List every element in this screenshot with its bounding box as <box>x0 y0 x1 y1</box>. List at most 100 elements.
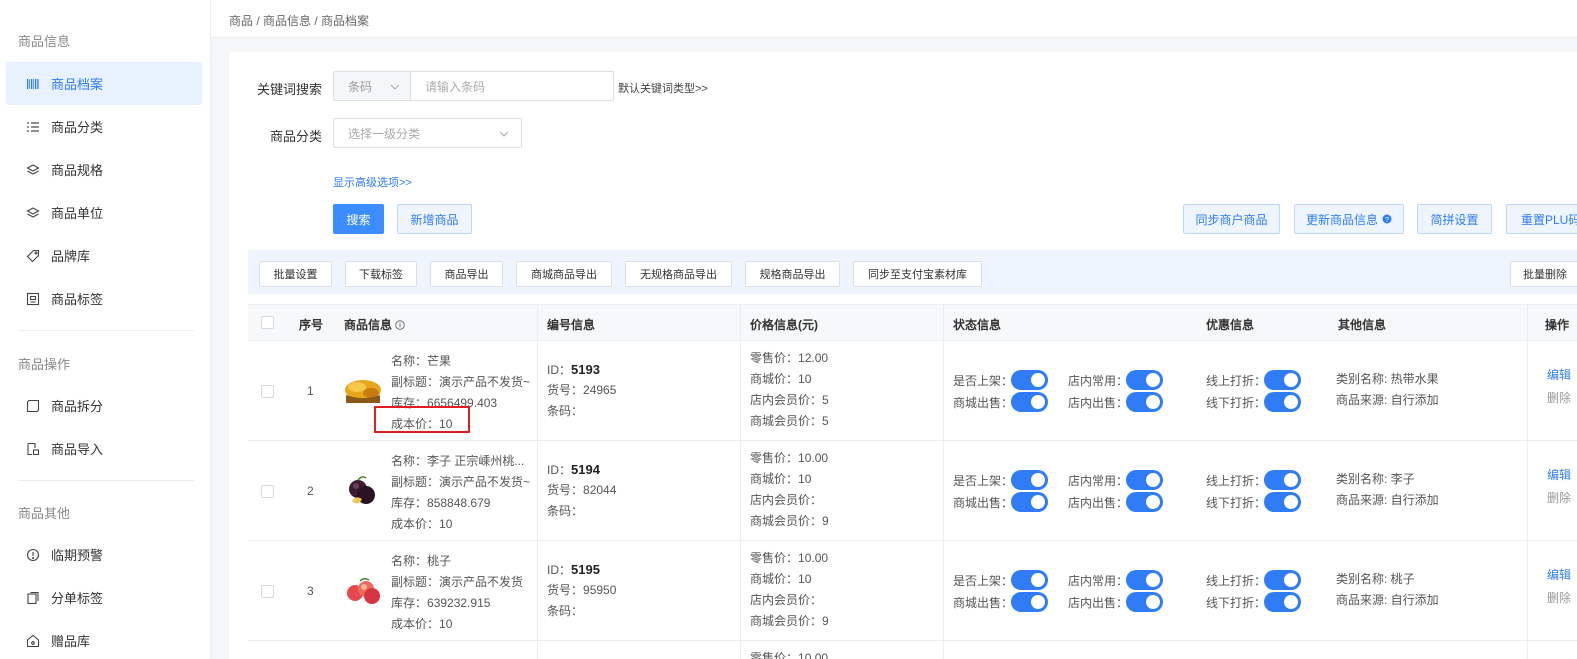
on-shelf-toggle[interactable] <box>1011 570 1048 590</box>
batch-delete-button[interactable]: 批量删除 <box>1510 261 1577 287</box>
sidebar-item-product-import[interactable]: 商品导入 <box>6 427 202 470</box>
sidebar-item-split-label[interactable]: 分单标签 <box>6 576 202 619</box>
mall-sale-label: 商城出售： <box>953 395 1014 410</box>
col-code: 编号信息 <box>547 318 596 332</box>
offline-discount-toggle[interactable] <box>1264 392 1301 412</box>
store-common-toggle[interactable] <box>1126 370 1163 390</box>
product-id: 5195 <box>571 562 600 577</box>
column-divider <box>740 304 741 659</box>
layers-icon <box>24 204 42 222</box>
online-discount-toggle[interactable] <box>1264 370 1301 390</box>
col-discount: 优惠信息 <box>1206 318 1255 332</box>
mall-member-label: 商城会员价： <box>750 414 823 428</box>
store-sale-label: 店内出售： <box>1068 495 1129 510</box>
online-discount-toggle[interactable] <box>1264 570 1301 590</box>
other-info: 类别名称: 热带水果 商品来源: 自行添加 <box>1336 369 1439 411</box>
price-info: 零售价：10.00 商城价：10 店内会员价： 商城会员价：9 <box>750 448 829 532</box>
store-sale-toggle[interactable] <box>1126 592 1163 612</box>
col-status: 状态信息 <box>953 318 1002 332</box>
offline-discount-toggle[interactable] <box>1264 592 1301 612</box>
edit-link[interactable]: 编辑 <box>1547 565 1577 586</box>
product-sku: 95950 <box>583 583 617 597</box>
row-checkbox[interactable] <box>261 485 274 498</box>
download-label-button[interactable]: 下载标签 <box>345 261 417 287</box>
online-discount-toggle[interactable] <box>1264 470 1301 490</box>
edit-link[interactable]: 编辑 <box>1547 465 1577 486</box>
category-label: 商品分类 <box>269 129 322 144</box>
update-info-button[interactable]: 更新商品信息 ? <box>1294 204 1404 234</box>
sidebar-item-brand-library[interactable]: 品牌库 <box>6 234 202 277</box>
id-label: ID： <box>547 463 572 477</box>
sidebar-item-product-spec[interactable]: 商品规格 <box>6 148 202 191</box>
export-no-spec-button[interactable]: 无规格商品导出 <box>625 261 732 287</box>
row-checkbox[interactable] <box>261 585 274 598</box>
export-mall-product-button[interactable]: 商城商品导出 <box>516 261 612 287</box>
mall-sale-toggle[interactable] <box>1011 392 1048 412</box>
store-common-toggle[interactable] <box>1126 570 1163 590</box>
store-sale-toggle[interactable] <box>1126 492 1163 512</box>
sidebar-item-label: 分单标签 <box>51 591 104 606</box>
name-label: 名称： <box>391 454 428 468</box>
batch-settings-button[interactable]: 批量设置 <box>259 261 332 287</box>
online-discount-label: 线上打折： <box>1206 373 1267 388</box>
edit-link[interactable]: 编辑 <box>1547 365 1577 386</box>
show-advanced-link[interactable]: 显示高级选项>> <box>333 174 412 190</box>
sync-alipay-button[interactable]: 同步至支付宝素材库 <box>853 261 982 287</box>
code-info: ID：5195 货号：95950 条码： <box>547 559 616 622</box>
sync-merchant-button[interactable]: 同步商户商品 <box>1183 204 1280 234</box>
subtitle-label: 副标题： <box>391 575 440 589</box>
status-info: 是否上架： 店内常用： 商城出售： 店内出售： <box>953 469 1163 513</box>
chevron-down-icon <box>499 126 509 140</box>
discount-info: 线上打折： 线下打折： <box>1206 569 1301 613</box>
mall-sale-toggle[interactable] <box>1011 492 1048 512</box>
keyword-input[interactable]: 请输入条码 <box>410 71 614 101</box>
mall-price: 10 <box>798 472 812 486</box>
sidebar-item-product-split[interactable]: 商品拆分 <box>6 384 202 427</box>
price-info: 零售价：12.00 商城价：10 店内会员价：5 商城会员价：5 <box>750 348 829 432</box>
pinyin-settings-button[interactable]: 简拼设置 <box>1417 204 1492 234</box>
add-product-button[interactable]: 新增商品 <box>397 204 472 234</box>
app: 商品信息 商品档案 商品分类 商品规格 商品单位 品牌库 商品标签 商品操作 商… <box>0 0 1577 659</box>
store-common-toggle[interactable] <box>1126 470 1163 490</box>
mall-price: 10 <box>798 572 812 586</box>
sidebar-item-product-label[interactable]: 商品标签 <box>6 277 202 320</box>
mall-sale-label: 商城出售： <box>953 595 1014 610</box>
on-shelf-toggle[interactable] <box>1011 470 1048 490</box>
sidebar-item-product-archive[interactable]: 商品档案 <box>6 62 202 105</box>
row-checkbox[interactable] <box>261 385 274 398</box>
reset-plu-button[interactable]: 重置PLU码 <box>1506 204 1577 234</box>
export-product-button[interactable]: 商品导出 <box>430 261 503 287</box>
barcode-label: 条码： <box>547 504 584 518</box>
source-label: 商品来源: <box>1336 493 1391 507</box>
sku-label: 货号： <box>547 583 584 597</box>
search-button[interactable]: 搜索 <box>333 204 384 234</box>
sidebar-item-expiry-warning[interactable]: 临期预警 <box>6 533 202 576</box>
on-shelf-toggle[interactable] <box>1011 370 1048 390</box>
product-name: 桃子 <box>427 554 452 568</box>
product-subtitle: 演示产品不发货~ <box>439 475 531 489</box>
offline-discount-toggle[interactable] <box>1264 492 1301 512</box>
select-all-checkbox[interactable] <box>261 316 274 329</box>
sidebar-item-product-unit[interactable]: 商品单位 <box>6 191 202 234</box>
sidebar-item-gift-library[interactable]: 赠品库 <box>6 619 202 659</box>
store-sale-label: 店内出售： <box>1068 595 1129 610</box>
category-select[interactable]: 选择一级分类 <box>333 118 522 148</box>
id-label: ID： <box>547 563 572 577</box>
keyword-type-select[interactable]: 条码 <box>333 71 410 101</box>
store-sale-toggle[interactable] <box>1126 392 1163 412</box>
discount-info: 线上打折： 线下打折： <box>1206 369 1301 413</box>
keyword-type-hint[interactable]: 默认关键词类型>> <box>618 80 708 96</box>
mall-sale-toggle[interactable] <box>1011 592 1048 612</box>
sidebar-item-product-category[interactable]: 商品分类 <box>6 105 202 148</box>
category-name: 热带水果 <box>1390 372 1439 386</box>
cost-label: 成本价： <box>391 517 440 531</box>
delete-link[interactable]: 删除 <box>1547 388 1577 409</box>
delete-link[interactable]: 删除 <box>1547 588 1577 609</box>
delete-link[interactable]: 删除 <box>1547 488 1577 509</box>
name-label: 名称： <box>391 554 428 568</box>
mall-member-price: 9 <box>822 614 829 628</box>
export-spec-button[interactable]: 规格商品导出 <box>745 261 840 287</box>
product-image-mango <box>344 375 382 406</box>
sidebar-item-label: 商品导入 <box>51 442 104 457</box>
subtitle-label: 副标题： <box>391 375 440 389</box>
